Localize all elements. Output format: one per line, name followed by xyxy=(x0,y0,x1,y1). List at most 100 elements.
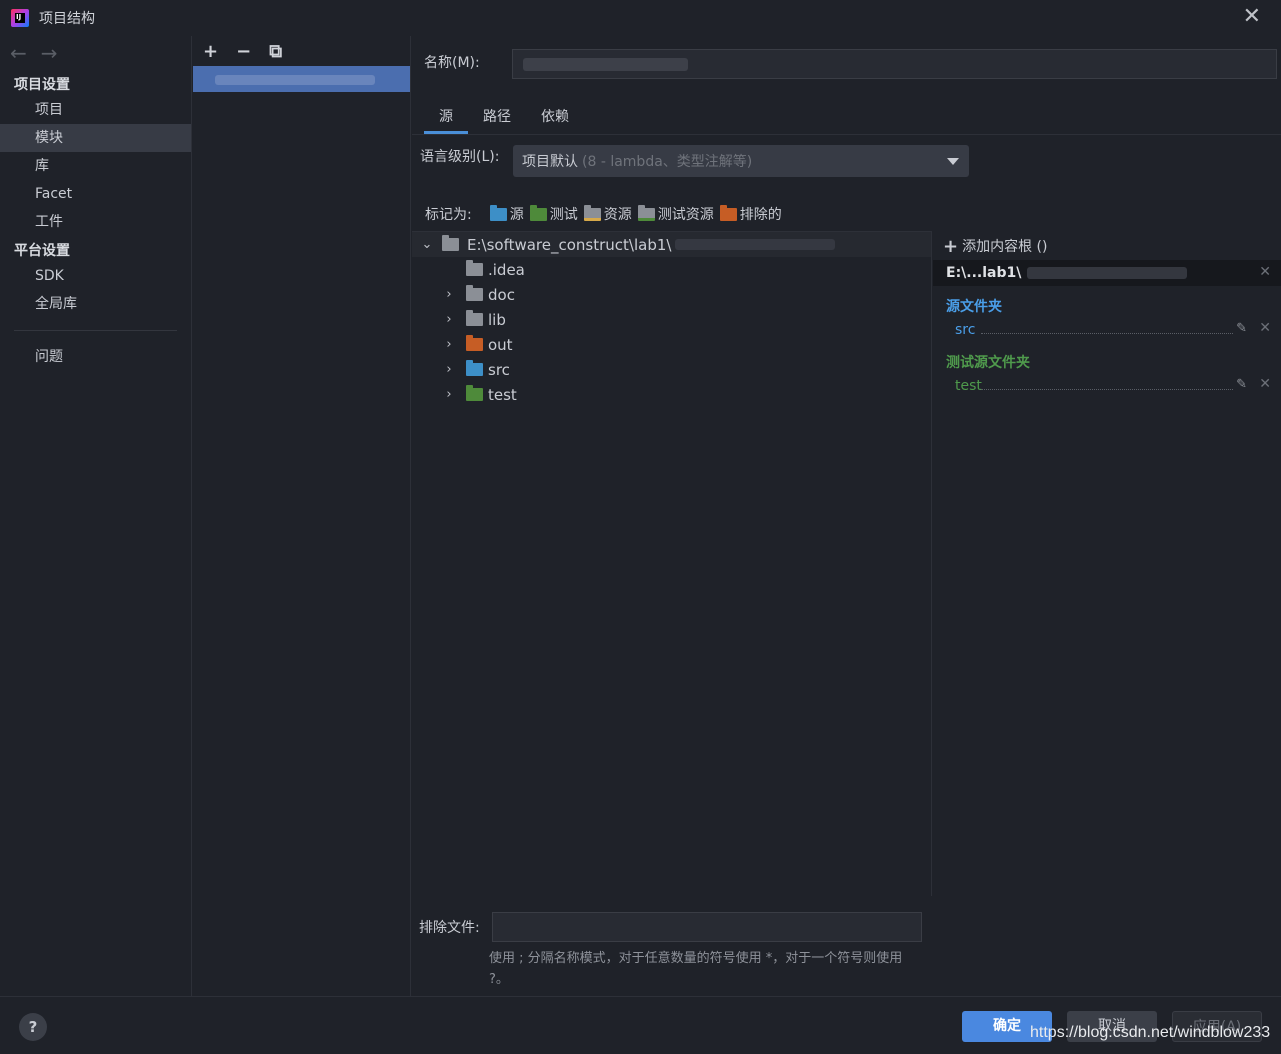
module-list-panel: + − ⧉ xyxy=(193,36,411,996)
edit-pencil-icon[interactable]: ✎ xyxy=(1236,321,1247,336)
edit-pencil-icon[interactable]: ✎ xyxy=(1236,377,1247,392)
content-root-header: E:\...lab1\ ✕ xyxy=(933,260,1281,286)
test-resource-folder-icon xyxy=(637,204,655,221)
tab-divider xyxy=(412,134,1281,135)
name-label: 名称(M): xyxy=(424,55,480,71)
add-content-root-button[interactable]: + 添加内容根 () xyxy=(933,232,1281,260)
tab-paths[interactable]: 路径 xyxy=(468,104,526,134)
mark-as-row: 标记为: 源 测试 资源 测试资源 排除的 xyxy=(425,204,788,224)
test-folders-title: 测试源文件夹 xyxy=(946,355,1030,371)
watermark-text: https://blog.csdn.net/windblow233 xyxy=(1030,1024,1271,1041)
chevron-right-icon[interactable]: › xyxy=(442,362,456,377)
copy-icon[interactable]: ⧉ xyxy=(269,41,282,62)
nav-divider xyxy=(14,330,177,331)
nav-item-project[interactable]: 项目 xyxy=(0,96,191,124)
nav-item-libraries[interactable]: 库 xyxy=(0,152,191,180)
chevron-right-icon[interactable]: › xyxy=(442,387,456,402)
tree-row-out[interactable]: › out xyxy=(412,332,931,357)
nav-item-facets[interactable]: Facet xyxy=(0,180,191,208)
chevron-down-icon[interactable]: ⌄ xyxy=(420,237,434,252)
language-level-hint: (8 - lambda、类型注解等) xyxy=(582,154,753,170)
tree-row-idea[interactable]: .idea xyxy=(412,257,931,282)
blurred-name-value xyxy=(523,58,688,71)
name-row: 名称(M): xyxy=(424,49,1277,79)
nav-item-artifacts[interactable]: 工件 xyxy=(0,208,191,236)
nav-arrows: ← → xyxy=(0,36,191,70)
add-content-root-label: 添加内容根 () xyxy=(962,239,1048,255)
tree-row-src[interactable]: › src xyxy=(412,357,931,382)
nav-item-problems[interactable]: 问题 xyxy=(0,343,191,371)
tab-dependencies[interactable]: 依赖 xyxy=(526,104,584,134)
chevron-right-icon[interactable]: › xyxy=(442,312,456,327)
language-level-row: 语言级别(L): 项目默认 (8 - lambda、类型注解等) xyxy=(420,145,969,177)
mark-test-resources-button[interactable]: 测试资源 xyxy=(637,204,714,224)
intellij-app-icon: IJ xyxy=(11,9,29,27)
excluded-folder-icon xyxy=(719,204,737,221)
dotted-leader xyxy=(981,389,1233,390)
nav-item-modules[interactable]: 模块 xyxy=(0,124,191,152)
blurred-module-name xyxy=(215,75,375,85)
exclude-files-input[interactable] xyxy=(492,912,922,942)
tab-bar: 源 路径 依赖 xyxy=(424,104,584,134)
remove-icon[interactable]: ✕ xyxy=(1259,376,1271,392)
tree-label-src: src xyxy=(488,360,510,379)
tree-label-lib: lib xyxy=(488,310,506,329)
dialog-button-bar: ? 确定 取消 应用(A) https://blog.csdn.net/wind… xyxy=(0,996,1281,1054)
mark-resources-label: 资源 xyxy=(603,207,632,223)
add-icon[interactable]: + xyxy=(203,41,218,62)
content-root-path: E:\...lab1\ xyxy=(946,265,1022,281)
resource-folder-icon xyxy=(583,204,601,221)
blurred-root-path xyxy=(1027,267,1188,279)
source-folders-title: 源文件夹 xyxy=(946,299,1002,315)
window-title: 项目结构 xyxy=(39,11,95,27)
folder-icon xyxy=(466,310,483,326)
mark-as-label: 标记为: xyxy=(425,207,472,223)
tree-label-idea: .idea xyxy=(488,260,525,279)
folder-icon xyxy=(442,235,459,251)
tree-row-lib[interactable]: › lib xyxy=(412,307,931,332)
module-toolbar: + − ⧉ xyxy=(193,36,410,66)
nav-item-sdk[interactable]: SDK xyxy=(0,262,191,290)
folder-icon xyxy=(466,260,483,276)
module-settings-panel: 名称(M): 源 路径 依赖 语言级别(L): 项目默认 (8 - lambda… xyxy=(412,36,1281,996)
source-folder-icon xyxy=(489,204,507,221)
source-folder-icon xyxy=(466,360,483,376)
chevron-right-icon[interactable]: › xyxy=(442,287,456,302)
nav-item-global-libraries[interactable]: 全局库 xyxy=(0,290,191,318)
remove-icon[interactable]: ✕ xyxy=(1259,320,1271,336)
tree-root-label: E:\software_construct\lab1\ xyxy=(467,235,672,254)
blurred-path xyxy=(675,239,836,250)
forward-arrow-icon[interactable]: → xyxy=(41,41,58,65)
test-folder-icon xyxy=(466,385,483,401)
dotted-leader xyxy=(981,333,1233,334)
mark-sources-label: 源 xyxy=(509,207,524,223)
mark-resources-button[interactable]: 资源 xyxy=(583,204,632,224)
folder-icon xyxy=(466,285,483,301)
tab-sources[interactable]: 源 xyxy=(424,104,468,134)
content-roots-panel: + 添加内容根 () E:\...lab1\ ✕ 源文件夹 src ✎ ✕ 测试… xyxy=(933,232,1281,996)
module-row-selected[interactable] xyxy=(193,66,410,92)
close-icon[interactable]: ✕ xyxy=(1243,6,1261,28)
language-level-value: 项目默认 xyxy=(522,154,578,170)
name-input[interactable] xyxy=(512,49,1277,79)
mark-test-resources-label: 测试资源 xyxy=(657,207,714,223)
mark-tests-button[interactable]: 测试 xyxy=(529,204,578,224)
language-level-select[interactable]: 项目默认 (8 - lambda、类型注解等) xyxy=(513,145,969,177)
mark-sources-button[interactable]: 源 xyxy=(489,204,524,224)
tree-row-test[interactable]: › test xyxy=(412,382,931,407)
remove-root-icon[interactable]: ✕ xyxy=(1259,264,1271,280)
source-folder-entry: src ✎ ✕ xyxy=(933,318,1281,342)
test-folder-entry: test ✎ ✕ xyxy=(933,374,1281,398)
help-icon[interactable]: ? xyxy=(19,1013,47,1041)
chevron-down-icon xyxy=(947,158,959,165)
excluded-folder-icon xyxy=(466,335,483,351)
tree-row-doc[interactable]: › doc xyxy=(412,282,931,307)
tree-root-row[interactable]: ⌄ E:\software_construct\lab1\ xyxy=(412,232,931,257)
mark-excluded-button[interactable]: 排除的 xyxy=(719,204,782,224)
exclude-files-label: 排除文件: xyxy=(419,920,480,936)
back-arrow-icon[interactable]: ← xyxy=(10,41,27,65)
remove-icon[interactable]: − xyxy=(236,41,251,62)
chevron-right-icon[interactable]: › xyxy=(442,337,456,352)
tree-label-doc: doc xyxy=(488,285,515,304)
test-folder-name: test xyxy=(955,378,982,394)
